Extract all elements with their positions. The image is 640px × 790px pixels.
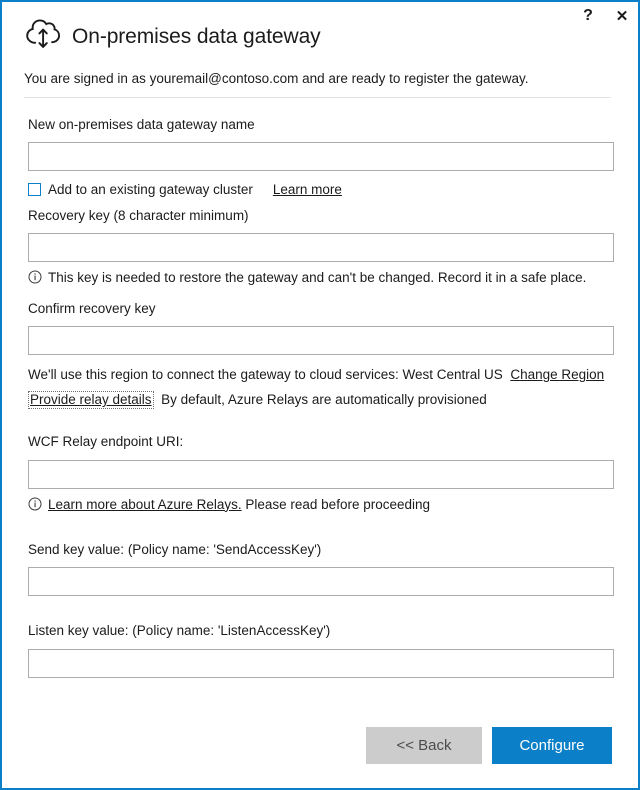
azure-relays-learn-more-link[interactable]: Learn more about Azure Relays. [48, 497, 242, 512]
listen-key-label: Listen key value: (Policy name: 'ListenA… [28, 623, 331, 639]
recovery-key-input[interactable] [28, 233, 614, 263]
recovery-key-label: Recovery key (8 character minimum) [28, 208, 249, 224]
configure-button[interactable]: Configure [492, 727, 612, 764]
page-title: On-premises data gateway [72, 25, 321, 48]
title-row: On-premises data gateway [24, 18, 612, 56]
signin-status-text: You are signed in as youremail@contoso.c… [24, 71, 529, 86]
region-row: We'll use this region to connect the gat… [28, 366, 638, 384]
back-button[interactable]: << Back [366, 727, 482, 764]
info-icon [28, 270, 42, 289]
gateway-name-input[interactable] [28, 142, 614, 172]
cluster-learn-more-link[interactable]: Learn more [273, 182, 342, 197]
confirm-recovery-key-label: Confirm recovery key [28, 300, 156, 316]
listen-key-input[interactable] [28, 648, 614, 678]
relay-details-row: Provide relay details By default, Azure … [28, 391, 638, 409]
send-key-label: Send key value: (Policy name: 'SendAcces… [28, 542, 322, 558]
confirm-recovery-key-input[interactable] [28, 326, 614, 356]
dialog-footer: << Back Configure [2, 727, 638, 764]
gateway-registration-form: New on-premises data gateway name Add to… [2, 98, 638, 678]
wcf-relay-helper-text: Please read before proceeding [245, 496, 431, 512]
relay-details-description: By default, Azure Relays are automatical… [161, 392, 487, 408]
provide-relay-details-link[interactable]: Provide relay details [28, 391, 154, 409]
help-icon[interactable]: ? [578, 6, 598, 26]
on-premises-data-gateway-dialog: ? ✕ On-premises data gateway You are sig… [0, 0, 640, 790]
add-to-cluster-label: Add to an existing gateway cluster [48, 182, 253, 198]
cloud-updown-arrow-icon [24, 19, 62, 56]
recovery-key-helper-row: This key is needed to restore the gatewa… [28, 269, 638, 289]
wcf-relay-uri-input[interactable] [28, 459, 614, 489]
info-icon [28, 497, 42, 516]
change-region-link[interactable]: Change Region [510, 367, 604, 382]
wcf-relay-helper-row: Learn more about Azure Relays. Please re… [28, 496, 638, 516]
dialog-header: On-premises data gateway You are signed … [2, 2, 638, 98]
add-to-cluster-checkbox[interactable] [28, 183, 41, 197]
send-key-input[interactable] [28, 567, 614, 597]
recovery-key-helper-text: This key is needed to restore the gatewa… [48, 270, 587, 286]
close-icon[interactable]: ✕ [612, 6, 632, 26]
gateway-name-label: New on-premises data gateway name [28, 116, 255, 132]
wcf-relay-uri-label: WCF Relay endpoint URI: [28, 434, 184, 450]
region-text: We'll use this region to connect the gat… [28, 367, 503, 383]
titlebar-controls: ? ✕ [578, 6, 632, 26]
cluster-checkbox-row: Add to an existing gateway cluster Learn… [28, 182, 638, 197]
